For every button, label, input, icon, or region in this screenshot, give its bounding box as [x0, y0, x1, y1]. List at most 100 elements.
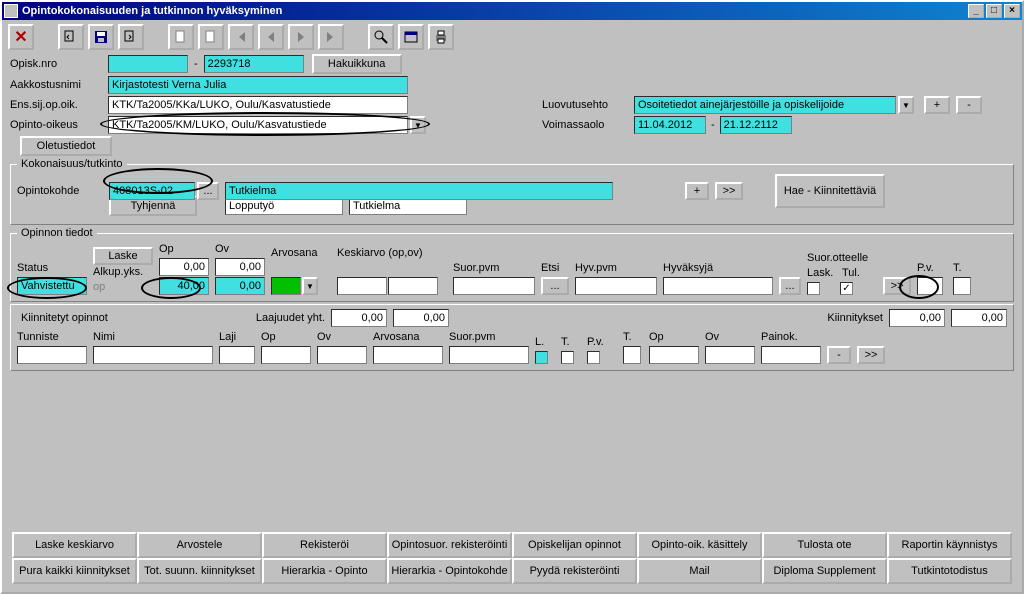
- kp-pv-chk[interactable]: [587, 351, 600, 364]
- etsi-dots[interactable]: ...: [541, 277, 569, 295]
- tool-last-icon[interactable]: [318, 24, 344, 50]
- bottom-r1-3[interactable]: Opintosuor. rekisteröinti: [387, 532, 512, 558]
- t-field[interactable]: [953, 277, 971, 295]
- kok-next-button[interactable]: >>: [715, 182, 743, 200]
- bottom-r1-1[interactable]: Arvostele: [137, 532, 262, 558]
- print-icon[interactable]: [428, 24, 454, 50]
- op-next-button[interactable]: >>: [883, 277, 911, 295]
- luovutusehto-dropdown[interactable]: ▼: [898, 96, 914, 114]
- bottom-r1-5[interactable]: Opinto-oik. käsittely: [637, 532, 762, 558]
- keski-op[interactable]: [337, 277, 387, 295]
- alkup-field[interactable]: [159, 258, 209, 276]
- kp-nimi[interactable]: [93, 346, 213, 364]
- tul-checkbox[interactable]: ✓: [840, 282, 853, 295]
- kokonaisuus-group: Kokonaisuus/tutkinto Opintokohde ... + >…: [10, 158, 1014, 225]
- ov1-field[interactable]: [215, 258, 265, 276]
- tool-doc-2[interactable]: [198, 24, 224, 50]
- close-button[interactable]: ×: [1004, 4, 1020, 18]
- kp-ov[interactable]: [317, 346, 367, 364]
- kp-op[interactable]: [261, 346, 311, 364]
- kp-painok[interactable]: [761, 346, 821, 364]
- opinto-oikeus-dropdown[interactable]: ▼: [410, 116, 426, 134]
- bottom-r2-2[interactable]: Hierarkia - Opinto: [262, 558, 387, 584]
- keski-ov[interactable]: [388, 277, 438, 295]
- voimassaolo-to[interactable]: [720, 116, 792, 134]
- luovutus-plus-button[interactable]: +: [924, 96, 950, 114]
- kp-op2[interactable]: [649, 346, 699, 364]
- tool-next-icon[interactable]: [288, 24, 314, 50]
- opintokohde-label: Opintokohde: [17, 185, 107, 197]
- minimize-button[interactable]: _: [968, 4, 984, 18]
- bottom-r1-0[interactable]: Laske keskiarvo: [12, 532, 137, 558]
- close-icon[interactable]: ✕: [8, 24, 34, 50]
- bottom-r1-2[interactable]: Rekisteröi: [262, 532, 387, 558]
- hakuikkuna-button[interactable]: Hakuikkuna: [312, 54, 402, 74]
- bottom-r2-7[interactable]: Tutkintotodistus: [887, 558, 1012, 584]
- bottom-r2-3[interactable]: Hierarkia - Opintokohde: [387, 558, 512, 584]
- ens-field[interactable]: [108, 96, 408, 114]
- aakkostusnimi-field[interactable]: [108, 76, 408, 94]
- bottom-r1-7[interactable]: Raportin käynnistys: [887, 532, 1012, 558]
- kp-laji[interactable]: [219, 346, 255, 364]
- opintokohde-code[interactable]: [109, 182, 195, 200]
- op-field[interactable]: [159, 277, 209, 295]
- tool-nav-1[interactable]: [58, 24, 84, 50]
- tool-nav-2[interactable]: [118, 24, 144, 50]
- kp-minus[interactable]: -: [827, 346, 851, 364]
- opisk-nro-field-2[interactable]: [204, 55, 304, 73]
- bottom-r2-5[interactable]: Mail: [637, 558, 762, 584]
- status-field[interactable]: [17, 277, 87, 295]
- luovutus-minus-button[interactable]: -: [956, 96, 982, 114]
- hyvpvm-field[interactable]: [575, 277, 657, 295]
- opintokohde-dots[interactable]: ...: [197, 182, 219, 200]
- maximize-button[interactable]: □: [986, 4, 1002, 18]
- tool-window-icon[interactable]: [398, 24, 424, 50]
- kp-suorpvm[interactable]: [449, 346, 529, 364]
- kiinnitykset-label: Kiinnitykset: [827, 312, 883, 324]
- kok-plus-button[interactable]: +: [685, 182, 709, 200]
- pv-field[interactable]: [917, 277, 943, 295]
- kp-next[interactable]: >>: [857, 346, 885, 364]
- suorpvm-field[interactable]: [453, 277, 535, 295]
- kp-ov2[interactable]: [705, 346, 755, 364]
- lask-checkbox[interactable]: [807, 282, 820, 295]
- opisk-nro-label: Opisk.nro: [10, 58, 106, 70]
- opinto-oikeus-field[interactable]: [108, 116, 408, 134]
- bottom-r2-1[interactable]: Tot. suunn. kiinnitykset: [137, 558, 262, 584]
- oletustiedot-button[interactable]: Oletustiedot: [20, 136, 112, 156]
- luovutusehto-field[interactable]: [634, 96, 896, 114]
- kp-l-chk[interactable]: [535, 351, 548, 364]
- kp-t-chk[interactable]: [561, 351, 574, 364]
- hyvaksyja-field[interactable]: [663, 277, 773, 295]
- kp-pv-h: P.v.: [587, 336, 617, 350]
- tool-doc-1[interactable]: [168, 24, 194, 50]
- hae-button[interactable]: Hae - Kiinnitettäviä: [775, 174, 885, 208]
- kp-t2[interactable]: [623, 346, 641, 364]
- tool-prev-icon[interactable]: [258, 24, 284, 50]
- bottom-r1-4[interactable]: Opiskelijan opinnot: [512, 532, 637, 558]
- laaj1-field[interactable]: [331, 309, 387, 327]
- hyvaksyja-dots[interactable]: ...: [779, 277, 801, 295]
- bottom-r2-4[interactable]: Pyydä rekisteröinti: [512, 558, 637, 584]
- alkup-header: Alkup.yks.: [93, 266, 153, 280]
- bottom-r1-6[interactable]: Tulosta ote: [762, 532, 887, 558]
- save-icon[interactable]: [88, 24, 114, 50]
- bottom-r2-0[interactable]: Pura kaikki kiinnitykset: [12, 558, 137, 584]
- kp-arvosana[interactable]: [373, 346, 443, 364]
- arvosana-field[interactable]: [271, 277, 301, 295]
- voimassaolo-label: Voimassaolo: [542, 119, 632, 131]
- toolbar: ✕: [2, 20, 1022, 52]
- kiin1-field[interactable]: [889, 309, 945, 327]
- opintokohde-name[interactable]: [225, 182, 613, 200]
- ov2-field[interactable]: [215, 277, 265, 295]
- laaj2-field[interactable]: [393, 309, 449, 327]
- bottom-r2-6[interactable]: Diploma Supplement: [762, 558, 887, 584]
- laske-button[interactable]: Laske: [93, 247, 153, 265]
- opisk-nro-field-1[interactable]: [108, 55, 188, 73]
- kiin2-field[interactable]: [951, 309, 1007, 327]
- arvosana-dropdown[interactable]: ▼: [302, 277, 318, 295]
- tool-first-icon[interactable]: [228, 24, 254, 50]
- kp-tunniste[interactable]: [17, 346, 87, 364]
- voimassaolo-from[interactable]: [634, 116, 706, 134]
- search-icon[interactable]: [368, 24, 394, 50]
